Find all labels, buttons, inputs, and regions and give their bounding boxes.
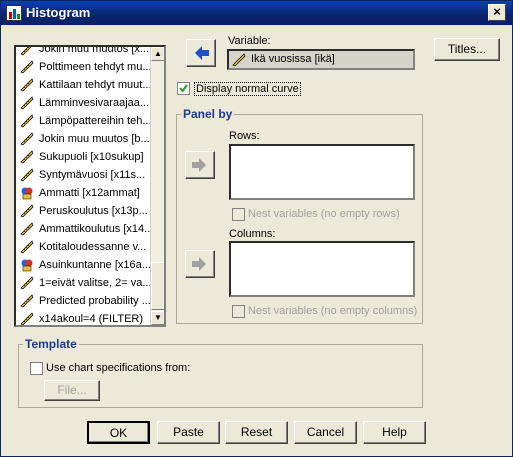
rows-nest-checkbox[interactable] [232, 208, 245, 221]
arrow-right-icon [192, 257, 206, 271]
ruler-icon [20, 204, 34, 218]
normal-curve-label: Display normal curve [194, 82, 301, 96]
arrow-right-icon [192, 158, 206, 172]
move-to-columns-button[interactable] [185, 250, 215, 278]
list-item[interactable]: x14akoul=4 (FILTER) [16, 310, 152, 325]
list-item-label: Kotitaloudessanne v... [39, 241, 147, 253]
variable-source-list[interactable]: x14akoul=4 (FILTER) Predicted probability… [14, 45, 166, 327]
title-bar: Histogram × [1, 1, 512, 25]
list-item[interactable]: Syntymävuosi [x11s... [16, 166, 152, 184]
list-item-label: Peruskoulutus [x13p... [39, 205, 148, 217]
histogram-dialog: Histogram × x14akoul=4 (FILTER) Predicted… [0, 0, 513, 457]
list-item-label: Predicted probability ... [39, 295, 151, 307]
ruler-icon [20, 240, 34, 254]
normal-curve-checkbox[interactable] [177, 82, 190, 95]
nominal-icon [20, 186, 34, 200]
move-to-rows-button[interactable] [185, 151, 215, 179]
list-item[interactable]: 1=eivät valitse, 2= va... [16, 274, 152, 292]
list-scrollbar[interactable]: ▲ ▼ [150, 47, 164, 325]
rows-label: Rows: [229, 130, 260, 142]
ruler-icon [20, 96, 34, 110]
ruler-icon [20, 276, 34, 290]
ruler-icon [20, 114, 34, 128]
list-item[interactable]: Jokin muu muutos [x... [16, 45, 152, 58]
list-item-label: Polttimeen tehdyt mu... [39, 61, 152, 73]
scroll-thumb[interactable] [151, 262, 164, 310]
list-item[interactable]: Lämpöpattereihin teh... [16, 112, 152, 130]
list-item-label: Syntymävuosi [x11s... [39, 169, 146, 181]
columns-field[interactable] [229, 241, 415, 297]
list-item-label: Ammattikoulutus [x14... [39, 223, 152, 235]
list-item-label: x14akoul=4 (FILTER) [39, 313, 144, 325]
list-item[interactable]: Ammattikoulutus [x14... [16, 220, 152, 238]
variable-value: Ikä vuosissa [ikä] [251, 53, 335, 65]
columns-nest-label: Nest variables (no empty columns) [248, 305, 418, 317]
close-button[interactable]: × [488, 4, 506, 21]
list-item[interactable]: Ammatti [x12ammat] [16, 184, 152, 202]
ruler-icon [20, 132, 34, 146]
columns-nest-checkbox[interactable] [232, 305, 245, 318]
file-button[interactable]: File... [44, 380, 100, 401]
list-item[interactable]: Sukupuoli [x10sukup] [16, 148, 152, 166]
list-item-label: Jokin muu muutos [b... [39, 133, 150, 145]
columns-label: Columns: [229, 228, 276, 240]
checkmark-icon [179, 84, 188, 93]
scroll-down-button[interactable]: ▼ [151, 311, 164, 325]
panel-by-legend: Panel by [181, 107, 235, 121]
chart-app-icon [6, 5, 22, 21]
use-chart-spec-checkbox[interactable] [30, 362, 43, 375]
ruler-icon [20, 47, 34, 56]
list-item[interactable]: Predicted probability ... [16, 292, 152, 310]
template-legend: Template [23, 337, 79, 351]
ruler-icon [20, 168, 34, 182]
paste-button[interactable]: Paste [157, 421, 220, 444]
ruler-icon [20, 78, 34, 92]
list-item-label: Kattilaan tehdyt muut... [39, 79, 152, 91]
list-item[interactable]: Lämminvesivaraajaa... [16, 94, 152, 112]
variable-field[interactable]: Ikä vuosissa [ikä] [227, 49, 415, 70]
list-item-label: Asuinkuntanne [x16a... [39, 259, 151, 271]
list-item-label: Lämminvesivaraajaa... [39, 97, 150, 109]
ruler-icon [20, 222, 34, 236]
ruler-icon [20, 294, 34, 308]
ruler-icon [20, 60, 34, 74]
list-item-label: 1=eivät valitse, 2= va... [39, 277, 152, 289]
window-title: Histogram [26, 5, 91, 20]
variable-label: Variable: [228, 35, 271, 47]
move-to-variable-button[interactable] [186, 39, 216, 67]
use-chart-spec-label: Use chart specifications from: [46, 362, 191, 374]
rows-nest-label: Nest variables (no empty rows) [248, 208, 400, 220]
ruler-icon [232, 53, 246, 67]
ruler-icon [20, 150, 34, 164]
reset-button[interactable]: Reset [225, 421, 288, 444]
list-item[interactable]: Kotitaloudessanne v... [16, 238, 152, 256]
help-button[interactable]: Help [363, 421, 426, 444]
list-item[interactable]: Asuinkuntanne [x16a... [16, 256, 152, 274]
list-item[interactable]: Jokin muu muutos [b... [16, 130, 152, 148]
ok-button[interactable]: OK [87, 421, 150, 444]
list-item[interactable]: Peruskoulutus [x13p... [16, 202, 152, 220]
scroll-up-button[interactable]: ▲ [151, 47, 164, 61]
list-item-label: Lämpöpattereihin teh... [39, 115, 152, 127]
titles-button[interactable]: Titles... [434, 38, 500, 61]
list-item-label: Jokin muu muutos [x... [39, 45, 150, 55]
ruler-icon [20, 312, 34, 325]
list-item-label: Sukupuoli [x10sukup] [39, 151, 144, 163]
list-item-label: Ammatti [x12ammat] [39, 187, 140, 199]
rows-field[interactable] [229, 144, 415, 200]
nominal-icon [20, 258, 34, 272]
cancel-button[interactable]: Cancel [294, 421, 357, 444]
list-item[interactable]: Kattilaan tehdyt muut... [16, 76, 152, 94]
list-item[interactable]: Polttimeen tehdyt mu... [16, 58, 152, 76]
arrow-left-icon [195, 46, 209, 60]
